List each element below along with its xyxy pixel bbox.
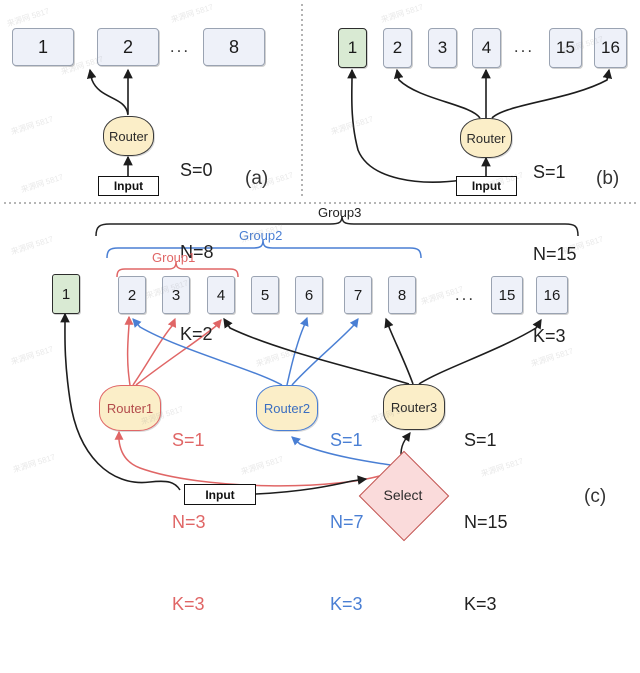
param-b-n: N=15 bbox=[533, 243, 577, 264]
param-a-k: K=2 bbox=[180, 323, 213, 344]
watermark: 来源网 5817 bbox=[239, 454, 285, 477]
watermark: 来源网 5817 bbox=[5, 6, 51, 29]
param-c3-k: K=3 bbox=[464, 593, 497, 614]
expert-a-8[interactable]: 8 bbox=[203, 28, 265, 66]
group3-label: Group3 bbox=[318, 205, 362, 220]
param-c1-n: N=3 bbox=[172, 511, 206, 532]
watermark: 来源网 5817 bbox=[9, 344, 55, 367]
expert-a-1[interactable]: 1 bbox=[12, 28, 74, 66]
group2-label: Group2 bbox=[239, 228, 283, 243]
param-b-k: K=3 bbox=[533, 325, 566, 346]
input-a[interactable]: Input bbox=[98, 176, 159, 196]
expert-c-ellipsis: ... bbox=[454, 285, 476, 304]
expert-b-1[interactable]: 1 bbox=[338, 28, 367, 68]
watermark: 来源网 5817 bbox=[11, 452, 57, 475]
expert-c-7[interactable]: 7 bbox=[344, 276, 372, 314]
watermark: 来源网 5817 bbox=[9, 114, 55, 137]
router-c-2[interactable]: Router2 bbox=[256, 385, 318, 431]
param-c1-s: S=1 bbox=[172, 429, 205, 450]
expert-c-1[interactable]: 1 bbox=[52, 274, 80, 314]
input-c[interactable]: Input bbox=[184, 484, 256, 505]
expert-c-4[interactable]: 4 bbox=[207, 276, 235, 314]
expert-c-5[interactable]: 5 bbox=[251, 276, 279, 314]
expert-a-ellipsis: ... bbox=[169, 37, 191, 56]
expert-c-8[interactable]: 8 bbox=[388, 276, 416, 314]
expert-c-2[interactable]: 2 bbox=[118, 276, 146, 314]
expert-b-15[interactable]: 15 bbox=[549, 28, 582, 68]
expert-b-3[interactable]: 3 bbox=[428, 28, 457, 68]
watermark: 来源网 5817 bbox=[169, 2, 215, 25]
router-b[interactable]: Router bbox=[460, 118, 512, 158]
panel-label-c: (c) bbox=[584, 486, 607, 507]
watermark: 来源网 5817 bbox=[9, 234, 55, 257]
expert-b-2[interactable]: 2 bbox=[383, 28, 412, 68]
watermark: 来源网 5817 bbox=[254, 346, 300, 369]
group1-label: Group1 bbox=[152, 250, 196, 265]
expert-c-6[interactable]: 6 bbox=[295, 276, 323, 314]
watermark: 来源网 5817 bbox=[379, 2, 425, 25]
param-c3-n: N=15 bbox=[464, 511, 508, 532]
router-a[interactable]: Router bbox=[103, 116, 154, 156]
params-b: S=1 N=15 K=3 bbox=[533, 104, 577, 405]
expert-c-15[interactable]: 15 bbox=[491, 276, 523, 314]
expert-b-ellipsis: ... bbox=[513, 37, 535, 56]
select-node[interactable]: Select bbox=[358, 450, 450, 542]
expert-c-3[interactable]: 3 bbox=[162, 276, 190, 314]
input-b[interactable]: Input bbox=[456, 176, 517, 196]
panel-label-a: (a) bbox=[245, 168, 269, 189]
router-c-1[interactable]: Router1 bbox=[99, 385, 161, 431]
expert-c-16[interactable]: 16 bbox=[536, 276, 568, 314]
param-c3-s: S=1 bbox=[464, 429, 497, 450]
expert-a-2[interactable]: 2 bbox=[97, 28, 159, 66]
figure-canvas: 1 2 ... 8 Router Input S=0 N=8 K=2 (a) 1… bbox=[0, 0, 640, 614]
param-a-s: S=0 bbox=[180, 159, 213, 180]
param-c2-k: K=3 bbox=[330, 593, 363, 614]
params-c-router2: S=1 N=7 K=3 bbox=[330, 372, 364, 673]
param-c2-s: S=1 bbox=[330, 429, 363, 450]
panel-label-b: (b) bbox=[596, 168, 620, 189]
router2-arrows bbox=[132, 316, 359, 386]
select-label: Select bbox=[383, 487, 423, 503]
params-c-router3: S=1 N=15 K=3 bbox=[464, 372, 508, 673]
param-c1-k: K=3 bbox=[172, 593, 205, 614]
params-c-router1: S=1 N=3 K=3 bbox=[172, 372, 206, 673]
param-b-s: S=1 bbox=[533, 161, 566, 182]
param-c2-n: N=7 bbox=[330, 511, 364, 532]
expert-b-16[interactable]: 16 bbox=[594, 28, 627, 68]
router-c-3[interactable]: Router3 bbox=[383, 384, 445, 430]
watermark: 来源网 5817 bbox=[329, 114, 375, 137]
expert-b-4[interactable]: 4 bbox=[472, 28, 501, 68]
watermark: 来源网 5817 bbox=[19, 172, 65, 195]
